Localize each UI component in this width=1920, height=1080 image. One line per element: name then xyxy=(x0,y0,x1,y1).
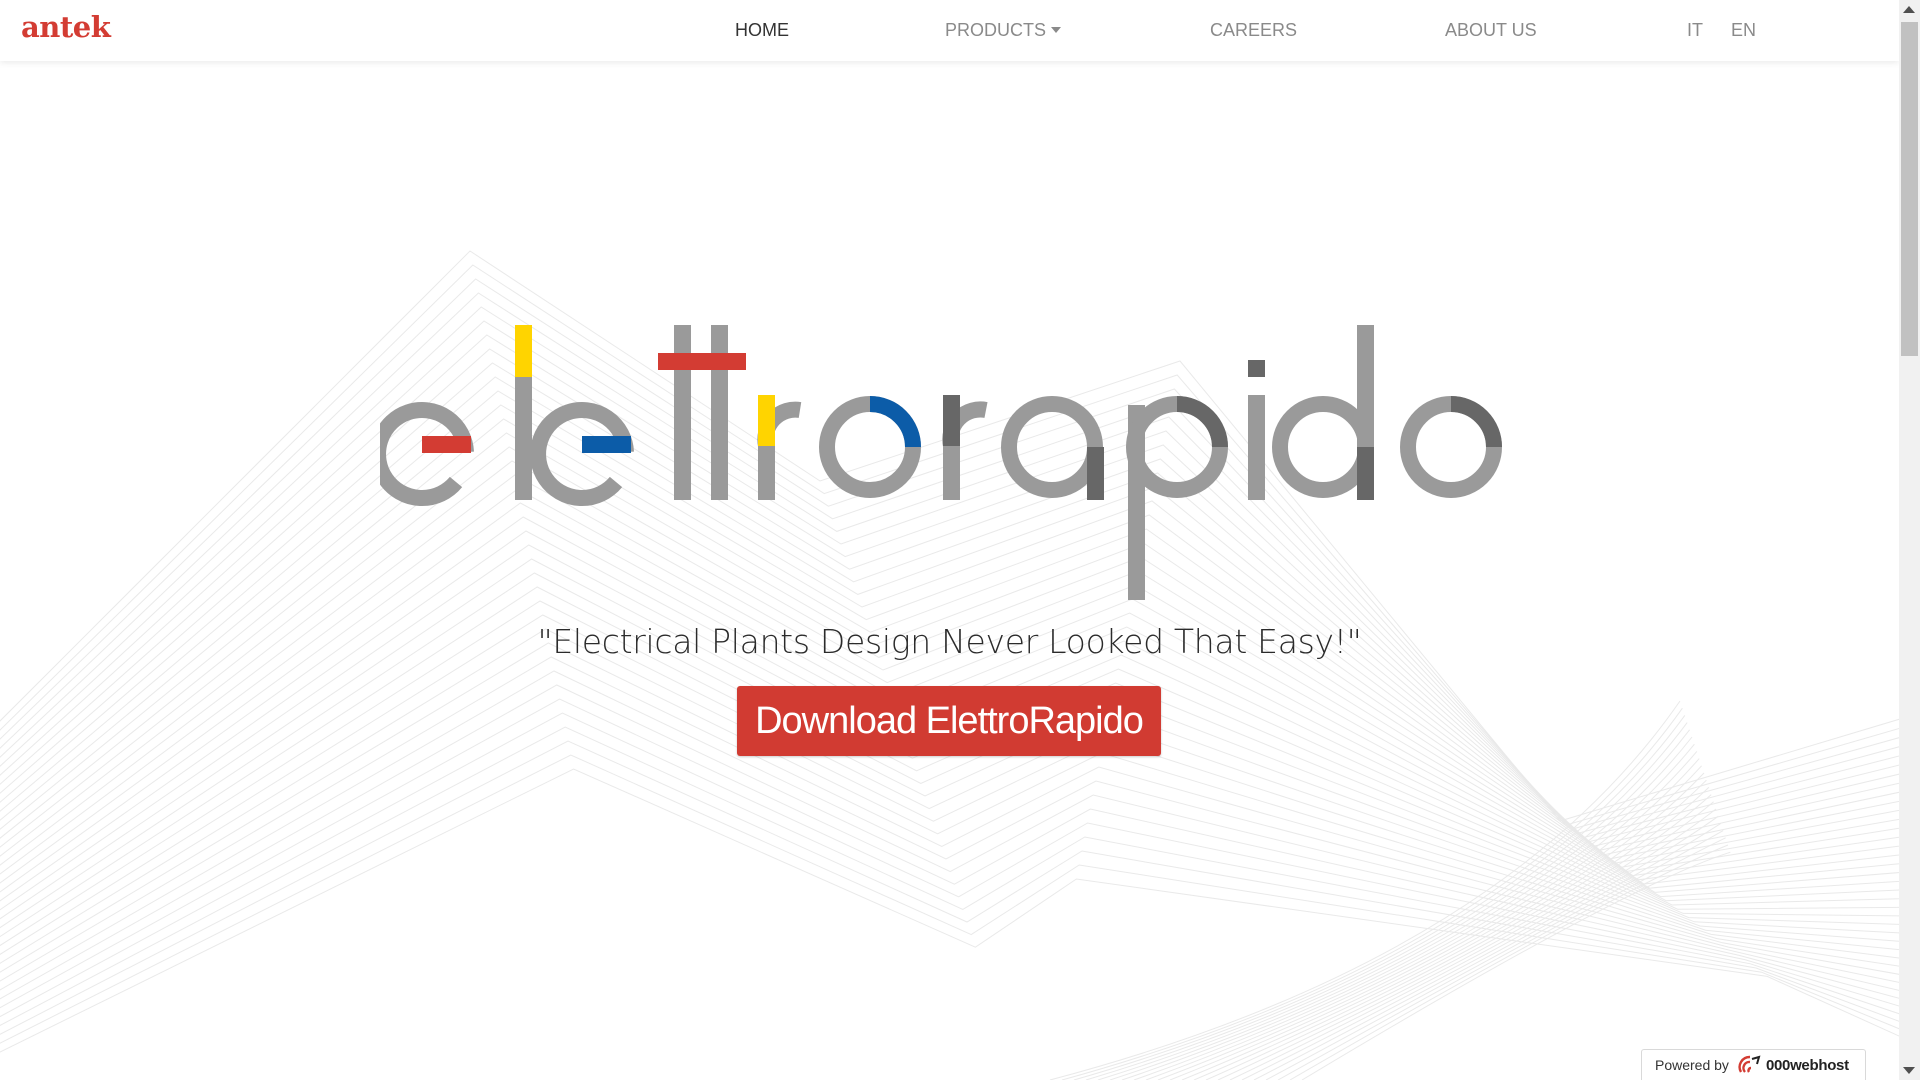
logo-letter-a-stem xyxy=(1087,447,1104,500)
background-curve xyxy=(1157,765,1702,1080)
logo-accent-yellow-l xyxy=(515,325,532,377)
caret-down-icon xyxy=(1051,27,1062,33)
logo-accent-red-e1 xyxy=(422,436,471,453)
logo-accent-blue-o1 xyxy=(869,396,921,448)
nav-link-about-us[interactable]: ABOUT US xyxy=(1445,20,1537,41)
scroll-down-arrow-icon[interactable] xyxy=(1903,1067,1915,1074)
scroll-thumb[interactable] xyxy=(1901,22,1918,356)
background-curve xyxy=(1241,815,1719,1080)
logo-accent-dark-r2 xyxy=(943,395,960,446)
page: antek HOME PRODUCTS CAREERS ABOUT US IT … xyxy=(0,0,1920,1080)
hero-tagline: "Electrical Plants Design Never Looked T… xyxy=(537,622,1362,661)
logo-letter-o2-accent xyxy=(1450,396,1502,448)
lang-it[interactable]: IT xyxy=(1687,20,1703,41)
background-line xyxy=(0,740,1899,1035)
logo-letter-t2 xyxy=(711,325,728,500)
elettrorapido-logo: elettrorapido xyxy=(380,325,1502,600)
logo-accent-red-t xyxy=(658,353,746,370)
logo-accent-blue-e2 xyxy=(582,436,631,453)
background-line xyxy=(0,768,1899,1053)
lang-en[interactable]: EN xyxy=(1731,20,1756,41)
logo-letter-t1 xyxy=(674,325,691,500)
000webhost-name: 000webhost xyxy=(1765,1056,1849,1074)
download-button[interactable]: Download ElettroRapido xyxy=(737,686,1161,756)
background-curve xyxy=(1073,715,1686,1080)
logo-accent-yellow-r xyxy=(758,395,775,446)
logo-letter-l1 xyxy=(515,377,532,500)
powered-by-label: Powered by xyxy=(1655,1057,1729,1073)
logo-letter-i-stem xyxy=(1248,395,1265,500)
nav-link-home[interactable]: HOME xyxy=(735,20,789,41)
logo-letter-a-bowl xyxy=(1001,396,1103,498)
powered-by-badge[interactable]: Powered by 000webhost xyxy=(1641,1049,1866,1080)
000webhost-logo-icon xyxy=(1738,1055,1761,1073)
brand-logo-antek[interactable]: antek xyxy=(21,10,111,44)
vertical-scrollbar[interactable] xyxy=(1899,0,1920,1080)
logo-letter-e2 xyxy=(530,402,634,507)
nav-link-careers[interactable]: CAREERS xyxy=(1210,20,1297,41)
logo-letter-d-accent xyxy=(1357,447,1374,500)
top-navbar: antek HOME PRODUCTS CAREERS ABOUT US IT … xyxy=(0,0,1899,61)
logo-letter-e1 xyxy=(380,402,474,507)
nav-link-products[interactable]: PRODUCTS xyxy=(945,20,1062,41)
nav-link-products-label: PRODUCTS xyxy=(945,20,1047,40)
background-line xyxy=(0,628,1899,964)
background-curve xyxy=(1229,808,1717,1080)
logo-letter-i-dot xyxy=(1248,360,1265,377)
logo-letterforms xyxy=(380,325,1502,600)
logo-letter-p-accent xyxy=(1176,396,1228,448)
logo-letter-d-bowl xyxy=(1272,396,1374,498)
background-curve xyxy=(1061,707,1683,1080)
scroll-up-arrow-icon[interactable] xyxy=(1903,6,1915,13)
